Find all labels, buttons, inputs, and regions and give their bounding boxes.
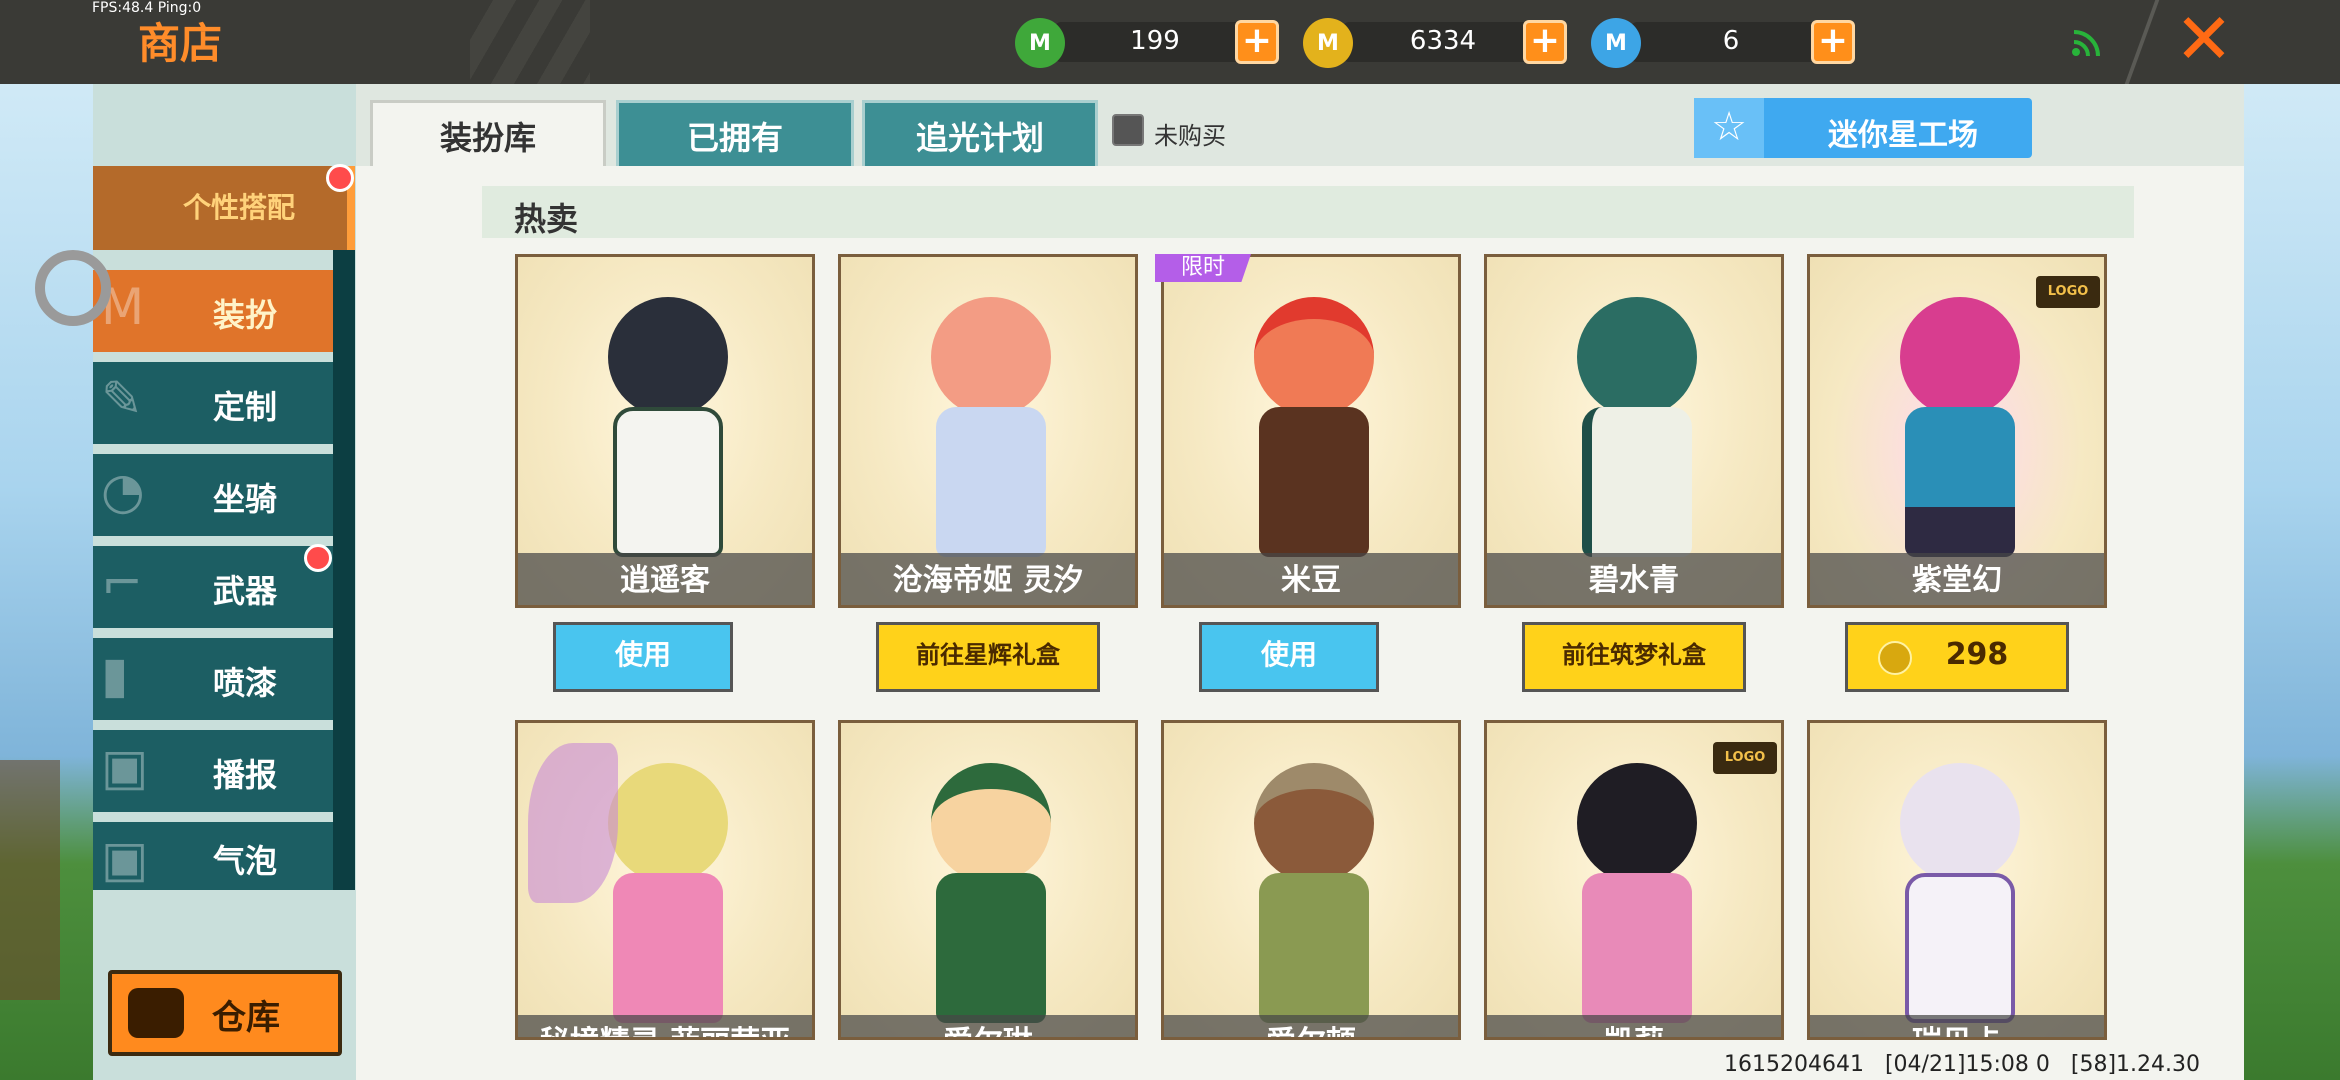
shirt-icon: M — [101, 278, 145, 336]
tab-label: 装扮库 — [439, 119, 536, 157]
nav-strip — [333, 250, 355, 890]
use-button[interactable]: 使用 — [1199, 622, 1379, 692]
floating-assist-button[interactable] — [35, 250, 111, 326]
bubble-icon: ▣ — [101, 830, 149, 888]
currency-value: 199 — [1130, 26, 1180, 56]
buy-button[interactable]: 298 — [1845, 622, 2069, 692]
tab-chase-light[interactable]: 追光计划 — [862, 100, 1098, 166]
coin-icon — [1878, 641, 1912, 675]
item-name: 爱尔顿 — [1164, 1017, 1458, 1037]
brand-logo: LOGO — [2036, 276, 2100, 308]
add-gem-button[interactable]: + — [1235, 20, 1279, 64]
character-image — [1900, 763, 2020, 883]
character-image — [1900, 297, 2020, 417]
sidebar-item-weapon[interactable]: ⌐ 武器 — [93, 546, 333, 628]
item-card[interactable]: 爱尔顿 — [1161, 720, 1461, 1040]
limited-badge: 限时 — [1155, 254, 1251, 282]
currency-blue-star: M 6 + — [1591, 18, 1861, 68]
category-button[interactable]: 个性搭配 — [93, 166, 355, 250]
item-name: 爱尔琳 — [841, 1017, 1135, 1037]
character-image — [931, 297, 1051, 417]
warehouse-button[interactable]: 仓库 — [108, 970, 342, 1056]
notification-dot — [326, 164, 354, 192]
item-name: 沧海帝姬 灵汐 — [892, 563, 1084, 598]
wing-shape — [528, 743, 618, 903]
chest-icon — [128, 988, 184, 1038]
pencil-icon: ✎ — [101, 370, 143, 428]
gun-icon: ⌐ — [101, 554, 143, 612]
goto-giftbox-button[interactable]: 前往筑梦礼盒 — [1522, 622, 1746, 692]
category-label: 个性搭配 — [183, 191, 296, 224]
saddle-icon: ◔ — [101, 462, 145, 520]
item-card[interactable]: 爱尔琳 — [838, 720, 1138, 1040]
item-card[interactable]: 秘境精灵 菲丽茜亚 — [515, 720, 815, 1040]
sidebar-item-outfit[interactable]: M 装扮 — [93, 270, 333, 352]
currency-value: 6 — [1722, 26, 1740, 56]
item-card[interactable]: 米豆 — [1161, 254, 1461, 608]
item-name: 米豆 — [1281, 563, 1341, 598]
tab-label: 追光计划 — [915, 119, 1044, 157]
section-header: 热卖 — [482, 186, 2134, 238]
sidebar-item-label: 气泡 — [213, 842, 278, 880]
broadcast-icon: ▣ — [101, 738, 149, 796]
notification-dot — [304, 544, 332, 572]
item-name: 逍遥客 — [620, 563, 710, 598]
item-name: 碧水青 — [1589, 563, 1679, 598]
use-button[interactable]: 使用 — [553, 622, 733, 692]
footer-info: 1615204641 [04/21]15:08 0 [58]1.24.30 — [1724, 1052, 2201, 1077]
sidebar-item-mount[interactable]: ◔ 坐骑 — [93, 454, 333, 536]
page-title: 商店 — [138, 19, 223, 68]
sidebar-item-label: 装扮 — [213, 296, 278, 334]
mini-studio-button[interactable]: ☆ 迷你星工场 — [1694, 98, 2032, 158]
item-card[interactable]: 逍遥客 — [515, 254, 815, 608]
unpurchased-checkbox[interactable] — [1112, 114, 1144, 146]
character-image — [608, 297, 728, 417]
unpurchased-label: 未购买 — [1154, 122, 1226, 150]
sidebar-item-label: 定制 — [213, 388, 278, 426]
character-image — [608, 763, 728, 883]
item-card[interactable]: 瑞贝卡 — [1807, 720, 2107, 1040]
background-block — [0, 760, 60, 1000]
item-name: 瑞贝卡 — [1810, 1017, 2104, 1037]
character-image — [1254, 763, 1374, 883]
sidebar-item-custom[interactable]: ✎ 定制 — [93, 362, 333, 444]
character-image — [1577, 297, 1697, 417]
sidebar-item-label: 播报 — [213, 756, 278, 794]
sidebar-item-label: 喷漆 — [213, 664, 278, 702]
goto-giftbox-button[interactable]: 前往星辉礼盒 — [876, 622, 1100, 692]
item-name: 凯莉 — [1487, 1017, 1781, 1037]
currency-value: 6334 — [1409, 26, 1477, 56]
item-name: 紫堂幻 — [1912, 563, 2002, 598]
sidebar-item-bubble[interactable]: ▣ 气泡 — [93, 822, 333, 890]
currency-gold-coin: M 6334 + — [1303, 18, 1573, 68]
tab-label: 已拥有 — [686, 119, 783, 157]
sidebar-item-label: 坐骑 — [213, 480, 278, 518]
close-icon[interactable]: ✕ — [2172, 4, 2236, 74]
price-value: 298 — [1945, 637, 2009, 672]
section-title: 热卖 — [514, 200, 579, 238]
sidebar-item-spray[interactable]: ▮ 喷漆 — [93, 638, 333, 720]
add-coin-button[interactable]: + — [1523, 20, 1567, 64]
sidebar-item-broadcast[interactable]: ▣ 播报 — [93, 730, 333, 812]
item-name: 秘境精灵 菲丽茜亚 — [518, 1017, 812, 1037]
decorative-stripe — [470, 0, 590, 84]
brand-logo: LOGO — [1713, 742, 1777, 774]
tab-outfit-library[interactable]: 装扮库 — [370, 100, 606, 166]
sidebar-item-label: 武器 — [213, 572, 278, 610]
add-star-button[interactable]: + — [1811, 20, 1855, 64]
item-card[interactable]: 沧海帝姬 灵汐 — [838, 254, 1138, 608]
character-image — [1577, 763, 1697, 883]
studio-label: 迷你星工场 — [1828, 118, 1978, 153]
tab-owned[interactable]: 已拥有 — [616, 100, 854, 166]
signal-icon — [2072, 30, 2100, 57]
character-image — [931, 763, 1051, 883]
warehouse-label: 仓库 — [212, 998, 280, 1038]
star-icon: ☆ — [1694, 98, 1764, 158]
item-card[interactable]: 碧水青 — [1484, 254, 1784, 608]
currency-green-gem: M 199 + — [1015, 18, 1285, 68]
spray-can-icon: ▮ — [101, 646, 129, 704]
character-image — [1254, 297, 1374, 417]
